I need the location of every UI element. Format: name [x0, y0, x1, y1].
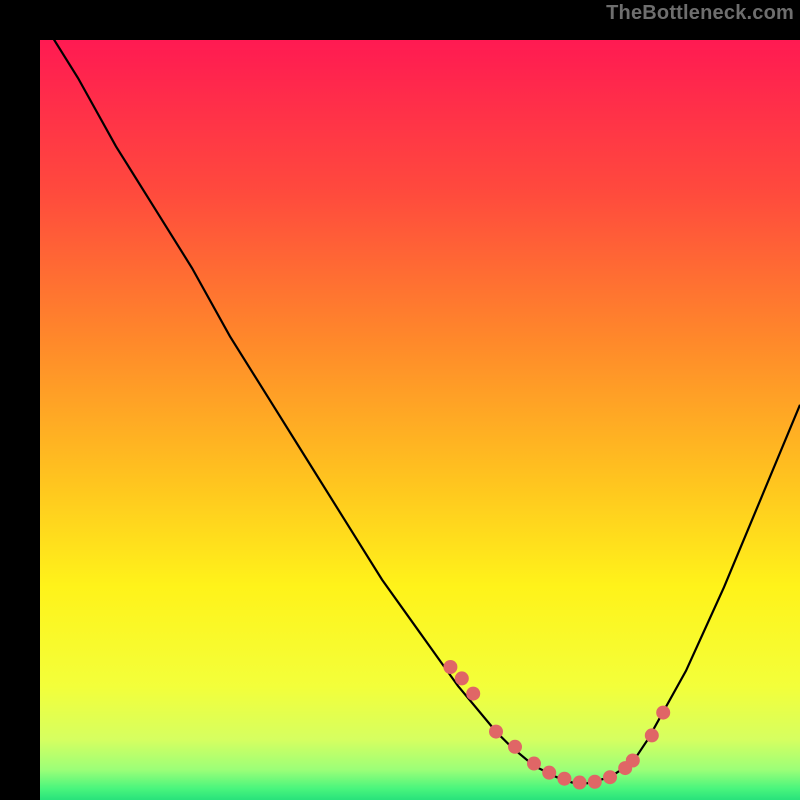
- scatter-point: [588, 775, 602, 789]
- scatter-point: [489, 725, 503, 739]
- watermark-label: TheBottleneck.com: [606, 2, 794, 25]
- scatter-point: [466, 687, 480, 701]
- scatter-point: [508, 740, 522, 754]
- scatter-point: [527, 757, 541, 771]
- scatter-point: [542, 766, 556, 780]
- gradient-background: [40, 40, 800, 800]
- scatter-point: [626, 753, 640, 767]
- scatter-point: [557, 772, 571, 786]
- scatter-point: [573, 776, 587, 790]
- scatter-point: [656, 706, 670, 720]
- chart-frame: [20, 20, 780, 780]
- scatter-point: [455, 671, 469, 685]
- chart-svg: [40, 40, 800, 800]
- scatter-point: [443, 660, 457, 674]
- scatter-point: [603, 770, 617, 784]
- scatter-point: [645, 728, 659, 742]
